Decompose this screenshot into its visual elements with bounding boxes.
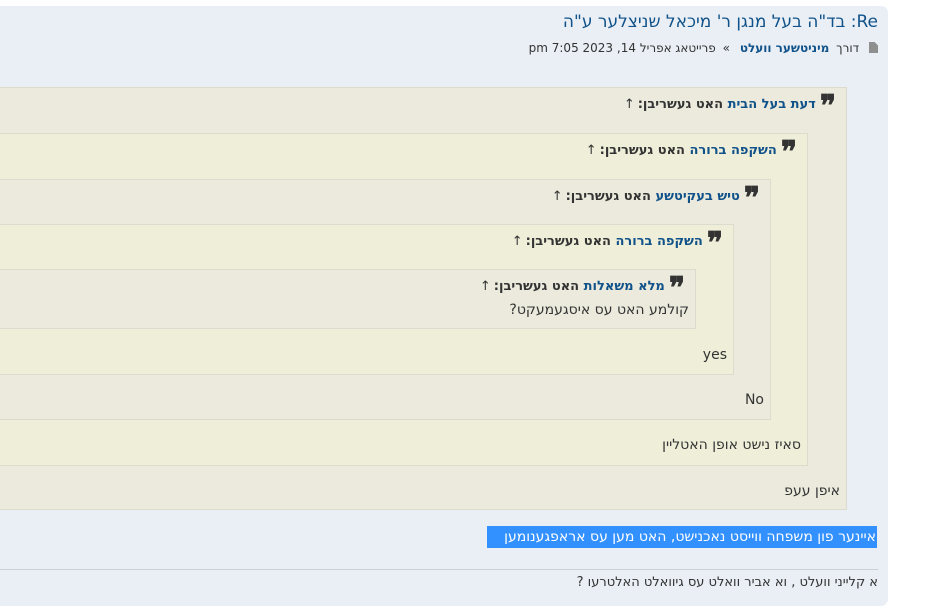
quote-wrote-label: האט געשריבן: xyxy=(599,143,690,158)
quote-cite-1: ❞דעת בעל הבית האט געשריבן:↑ xyxy=(624,89,836,124)
divider xyxy=(0,569,878,570)
post-title[interactable]: Re: בד"ה בעל מנגן ר' מיכאל שניצלער ע"ה xyxy=(563,12,878,32)
quote-source-arrow[interactable]: ↑ xyxy=(512,234,523,249)
selected-text[interactable]: איינער פון משפחה ווייסט נאכנישט, האט מען… xyxy=(487,526,877,548)
quote-body-text: yes xyxy=(702,347,727,363)
quote-body-text: איפן עעפ xyxy=(784,483,840,499)
quote-user-link[interactable]: טיש בעקיטשע xyxy=(655,189,739,204)
quote-body-text: סאיז נישט אופן האטליין xyxy=(662,437,801,453)
post-author-line: דורך מיניטשער וועלט » פרייטאג אפריל 14, … xyxy=(529,41,878,55)
quote-wrote-label: האט געשריבן: xyxy=(493,279,584,294)
quote-source-arrow[interactable]: ↑ xyxy=(552,189,563,204)
quote-icon: ❞ xyxy=(780,135,797,170)
quote-level-4: ❞השקפה ברורה האט געשריבן:↑ ❞מלא משאלות ה… xyxy=(0,224,734,375)
quote-source-arrow[interactable]: ↑ xyxy=(624,97,635,112)
quote-user-link[interactable]: השקפה ברורה xyxy=(690,143,777,158)
quote-user-link[interactable]: דעת בעל הבית xyxy=(728,97,816,112)
quote-cite-5: ❞מלא משאלות האט געשריבן:↑ xyxy=(480,271,685,306)
quote-user-link[interactable]: השקפה ברורה xyxy=(616,234,703,249)
quote-icon: ❞ xyxy=(819,89,836,124)
quote-level-1: ❞דעת בעל הבית האט געשריבן:↑ ❞השקפה ברורה… xyxy=(0,87,847,510)
quote-level-5: ❞מלא משאלות האט געשריבן:↑ קולמע האט עס א… xyxy=(0,269,696,329)
quote-cite-4: ❞השקפה ברורה האט געשריבן:↑ xyxy=(512,226,723,261)
quote-wrote-label: האט געשריבן: xyxy=(565,189,656,204)
post-body-next-line: א קלייני וועלט , וא אביר וואלט עס גיוואל… xyxy=(576,575,878,590)
quote-icon: ❞ xyxy=(668,271,685,306)
quote-cite-3: ❞ טיש בעקיטשע האט געשריבן:↑ xyxy=(552,181,760,216)
quote-level-2: ❞השקפה ברורה האט געשריבן:↑ ❞טיש בעקיטשע … xyxy=(0,133,808,466)
quote-cite-2: ❞השקפה ברורה האט געשריבן:↑ xyxy=(586,135,797,170)
quote-source-arrow[interactable]: ↑ xyxy=(586,143,597,158)
quote-level-3: ❞טיש בעקיטשע האט געשריבן:↑ ❞השקפה ברורה … xyxy=(0,179,771,420)
quote-user-link[interactable]: מלא משאלות xyxy=(584,279,665,294)
post-date: פרייטאג אפריל 14, 2023 7:05 pm xyxy=(528,41,716,55)
quote-source-arrow[interactable]: ↑ xyxy=(480,279,491,294)
quote-icon: ❞ xyxy=(706,226,723,261)
by-label: דורך xyxy=(836,41,860,55)
quote-icon: ❞ xyxy=(743,181,760,216)
file-icon xyxy=(869,42,878,53)
quote-wrote-label: האט געשריבן: xyxy=(637,97,728,112)
quote-body-text: קולמע האט עס איסגעמעקט? xyxy=(509,302,689,318)
scroll-gutter xyxy=(888,0,944,586)
quote-body-text: No xyxy=(744,392,764,408)
separator: » xyxy=(722,41,730,55)
quote-wrote-label: האט געשריבן: xyxy=(525,234,616,249)
author-link[interactable]: מיניטשער וועלט xyxy=(740,41,829,55)
